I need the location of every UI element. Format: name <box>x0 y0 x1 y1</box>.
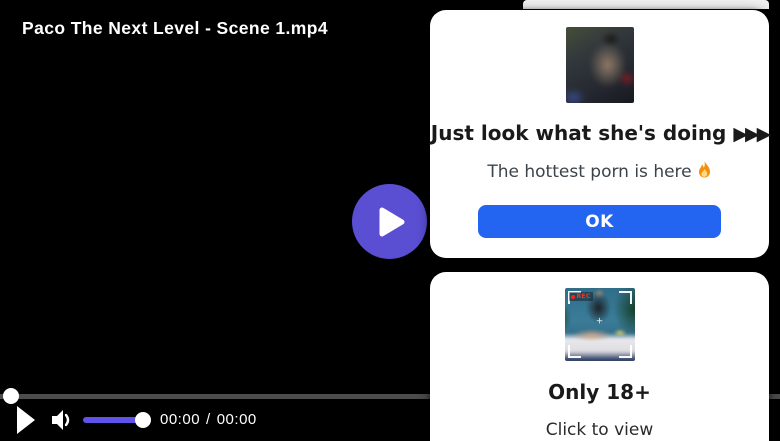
popup-subtitle-text: The hottest porn is here <box>487 162 692 182</box>
duration: 00:00 <box>216 411 257 428</box>
progress-handle[interactable] <box>3 388 19 404</box>
volume-button[interactable] <box>50 407 74 433</box>
ok-button[interactable]: OK <box>478 205 721 238</box>
play-icon <box>379 207 405 236</box>
play-button[interactable] <box>16 405 36 435</box>
viewfinder-bracket-icon <box>567 345 581 358</box>
rec-label: REC <box>576 293 591 300</box>
play-icon <box>17 406 35 434</box>
popup-heading: Just look what she's doing ▶▶▶ <box>430 120 771 147</box>
fire-icon <box>697 161 712 186</box>
thumbnail-image <box>565 27 634 103</box>
viewfinder-bracket-icon <box>618 345 632 358</box>
massage-scene-thumbnail[interactable]: REC + <box>564 288 635 361</box>
popup-subtitle: The hottest porn is here <box>430 160 769 186</box>
rec-indicator: REC <box>568 292 593 301</box>
time-display: 00:00 / 00:00 <box>160 411 257 428</box>
page: Paco The Next Level - Scene 1.mp4 00:00 … <box>0 0 780 441</box>
popup-ad-secondary[interactable]: REC + Only 18+ Click to view <box>430 272 769 441</box>
popup-heading-text: Just look what she's doing <box>430 121 727 145</box>
rec-dot-icon <box>570 294 575 299</box>
popup-ad-primary[interactable]: Just look what she's doing ▶▶▶ The hottes… <box>430 10 771 258</box>
webcam-scene-thumbnail[interactable] <box>565 27 634 103</box>
viewfinder-bracket-icon <box>618 291 632 304</box>
popup-subtitle[interactable]: Click to view <box>430 418 769 441</box>
current-time: 00:00 <box>160 411 201 428</box>
speaker-icon <box>52 410 70 430</box>
time-separator: / <box>206 411 211 428</box>
big-play-button[interactable] <box>352 184 427 259</box>
forward-arrows-icon: ▶▶▶ <box>733 123 771 145</box>
crosshair-icon: + <box>595 316 604 327</box>
underlay-ad-box <box>523 0 769 9</box>
volume-handle[interactable] <box>135 412 151 428</box>
video-title: Paco The Next Level - Scene 1.mp4 <box>22 18 328 38</box>
popup-heading: Only 18+ <box>548 380 651 404</box>
underlay-photo-strip <box>520 258 769 272</box>
